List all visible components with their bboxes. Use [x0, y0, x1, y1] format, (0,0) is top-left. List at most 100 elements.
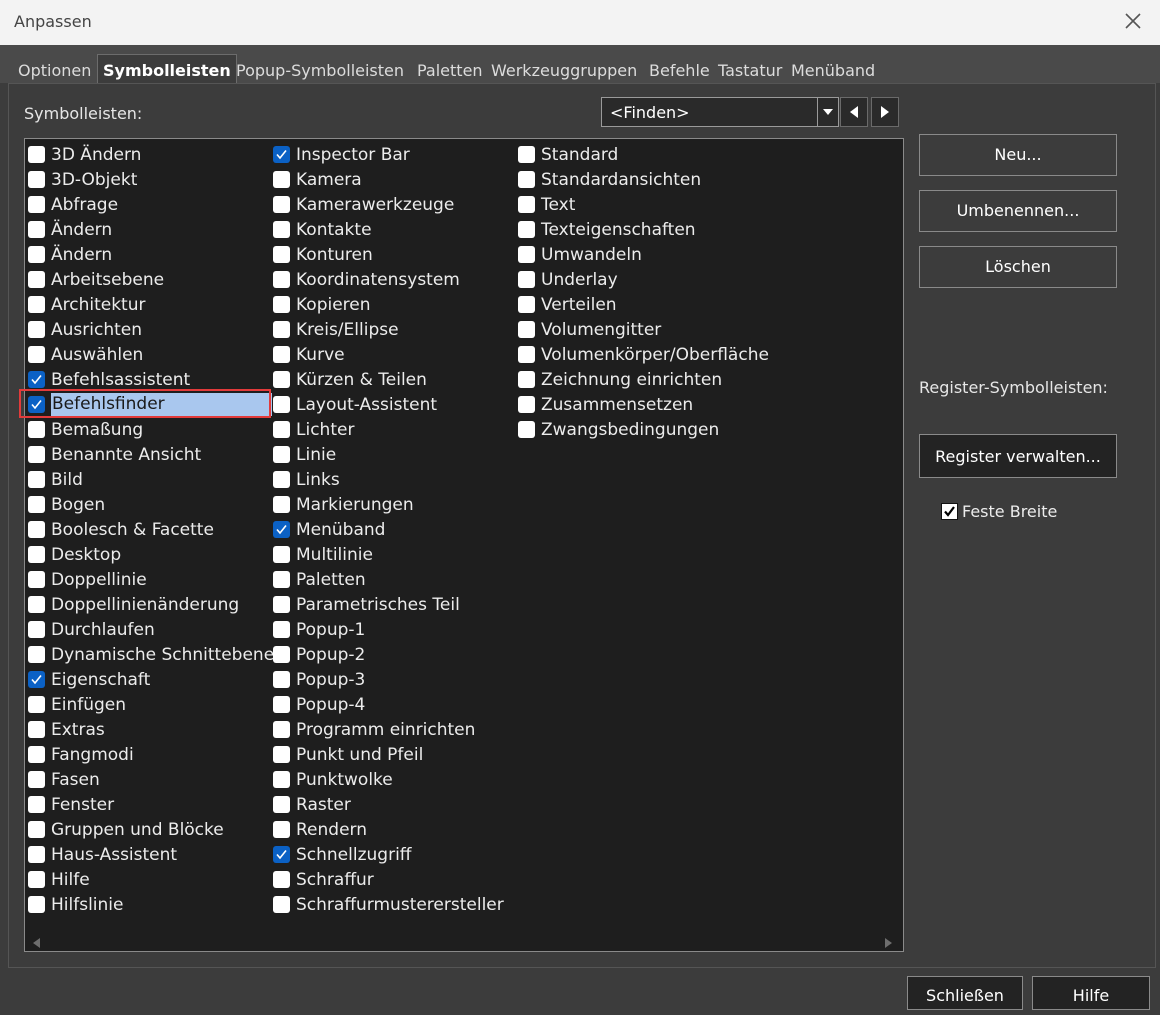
checkbox-unchecked-icon[interactable] [28, 596, 45, 613]
list-item[interactable]: Programm einrichten [273, 717, 504, 742]
checkbox-unchecked-icon[interactable] [28, 821, 45, 838]
list-item[interactable]: Schnellzugriff [273, 842, 504, 867]
help-button[interactable]: Hilfe [1032, 976, 1150, 1010]
list-item[interactable]: Kreis/Ellipse [273, 317, 504, 342]
checkbox-unchecked-icon[interactable] [518, 296, 535, 313]
checkbox-unchecked-icon[interactable] [28, 696, 45, 713]
checkbox-checked-icon[interactable] [273, 521, 290, 538]
checkbox-unchecked-icon[interactable] [28, 171, 45, 188]
list-item[interactable]: Ändern [28, 242, 274, 267]
list-item[interactable]: Paletten [273, 567, 504, 592]
list-item[interactable]: Kamera [273, 167, 504, 192]
checkbox-unchecked-icon[interactable] [273, 371, 290, 388]
tab-befehle[interactable]: Befehle [649, 61, 710, 80]
checkbox-checked-icon[interactable] [28, 671, 45, 688]
list-item[interactable]: Fasen [28, 767, 274, 792]
list-item[interactable]: Volumenkörper/Oberfläche [518, 342, 769, 367]
checkbox-unchecked-icon[interactable] [273, 496, 290, 513]
previous-button[interactable] [840, 97, 868, 127]
list-item[interactable]: Punkt und Pfeil [273, 742, 504, 767]
checkbox-unchecked-icon[interactable] [273, 296, 290, 313]
list-item[interactable]: Ändern [28, 217, 274, 242]
checkbox-unchecked-icon[interactable] [28, 421, 45, 438]
checkbox-checked-icon[interactable] [273, 146, 290, 163]
scroll-left-icon[interactable] [33, 933, 40, 952]
list-item[interactable]: Parametrisches Teil [273, 592, 504, 617]
checkbox-unchecked-icon[interactable] [28, 846, 45, 863]
list-item[interactable]: Lichter [273, 417, 504, 442]
list-item[interactable]: Desktop [28, 542, 274, 567]
list-item[interactable]: Dynamische Schnittebene [28, 642, 274, 667]
checkbox-unchecked-icon[interactable] [28, 746, 45, 763]
checkbox-unchecked-icon[interactable] [273, 746, 290, 763]
list-item[interactable]: Befehlsassistent [28, 367, 274, 392]
list-item[interactable]: Durchlaufen [28, 617, 274, 642]
tab-werkzeuggruppen[interactable]: Werkzeuggruppen [491, 61, 637, 80]
list-item[interactable]: Links [273, 467, 504, 492]
list-item[interactable]: Markierungen [273, 492, 504, 517]
list-item[interactable]: Popup-4 [273, 692, 504, 717]
checkbox-unchecked-icon[interactable] [28, 296, 45, 313]
list-item[interactable]: Schraffur [273, 867, 504, 892]
list-item[interactable]: Popup-1 [273, 617, 504, 642]
checkbox-unchecked-icon[interactable] [28, 521, 45, 538]
list-item[interactable]: Bild [28, 467, 274, 492]
checkbox-checked-icon[interactable] [28, 396, 45, 413]
list-item[interactable]: Linie [273, 442, 504, 467]
tab-popup-symbolleisten[interactable]: Popup-Symbolleisten [236, 61, 404, 80]
close-button[interactable]: Schließen [907, 976, 1023, 1010]
checkbox-unchecked-icon[interactable] [273, 271, 290, 288]
list-item[interactable]: Doppellinie [28, 567, 274, 592]
list-item[interactable]: Koordinatensystem [273, 267, 504, 292]
list-item[interactable]: Fenster [28, 792, 274, 817]
list-item[interactable]: Architektur [28, 292, 274, 317]
list-item[interactable]: 3D Ändern [28, 142, 274, 167]
tab-symbolleisten[interactable]: Symbolleisten [97, 54, 237, 84]
checkbox-unchecked-icon[interactable] [28, 221, 45, 238]
list-item[interactable]: Konturen [273, 242, 504, 267]
checkbox-unchecked-icon[interactable] [28, 196, 45, 213]
list-item[interactable]: 3D-Objekt [28, 167, 274, 192]
list-item[interactable]: Kurve [273, 342, 504, 367]
list-item[interactable]: Layout-Assistent [273, 392, 504, 417]
list-item[interactable]: Multilinie [273, 542, 504, 567]
checkbox-unchecked-icon[interactable] [28, 721, 45, 738]
checkbox-unchecked-icon[interactable] [273, 446, 290, 463]
checkbox-unchecked-icon[interactable] [518, 346, 535, 363]
new-button[interactable]: Neu... [919, 134, 1117, 176]
list-item[interactable]: Kamerawerkzeuge [273, 192, 504, 217]
checkbox-unchecked-icon[interactable] [28, 621, 45, 638]
list-item[interactable]: Fangmodi [28, 742, 274, 767]
checkbox-checked-icon[interactable] [273, 846, 290, 863]
checkbox-unchecked-icon[interactable] [273, 896, 290, 913]
list-item[interactable]: Raster [273, 792, 504, 817]
checkbox-unchecked-icon[interactable] [273, 771, 290, 788]
list-item[interactable]: Punktwolke [273, 767, 504, 792]
checkbox-unchecked-icon[interactable] [273, 721, 290, 738]
checkbox-unchecked-icon[interactable] [28, 571, 45, 588]
list-item[interactable]: Menüband [273, 517, 504, 542]
checkbox-unchecked-icon[interactable] [273, 596, 290, 613]
list-item[interactable]: Rendern [273, 817, 504, 842]
chevron-down-icon[interactable] [817, 98, 838, 126]
checkbox-unchecked-icon[interactable] [28, 496, 45, 513]
checkbox-unchecked-icon[interactable] [273, 221, 290, 238]
list-item[interactable]: Hilfe [28, 867, 274, 892]
checkbox-unchecked-icon[interactable] [28, 146, 45, 163]
checkbox-unchecked-icon[interactable] [518, 246, 535, 263]
list-item[interactable]: Schraffurmusterersteller [273, 892, 504, 917]
checkbox-unchecked-icon[interactable] [28, 546, 45, 563]
checkbox-unchecked-icon[interactable] [273, 321, 290, 338]
checkbox-unchecked-icon[interactable] [28, 896, 45, 913]
list-item[interactable]: Kürzen & Teilen [273, 367, 504, 392]
checkbox-unchecked-icon[interactable] [273, 671, 290, 688]
checkbox-unchecked-icon[interactable] [273, 796, 290, 813]
checkbox-unchecked-icon[interactable] [273, 571, 290, 588]
list-item[interactable]: Kontakte [273, 217, 504, 242]
list-item[interactable]: Verteilen [518, 292, 769, 317]
list-item[interactable]: Abfrage [28, 192, 274, 217]
checkbox-unchecked-icon[interactable] [273, 346, 290, 363]
checkbox-unchecked-icon[interactable] [28, 771, 45, 788]
list-item[interactable]: Befehlsfinder [28, 392, 274, 417]
manage-register-button[interactable]: Register verwalten... [919, 434, 1117, 478]
